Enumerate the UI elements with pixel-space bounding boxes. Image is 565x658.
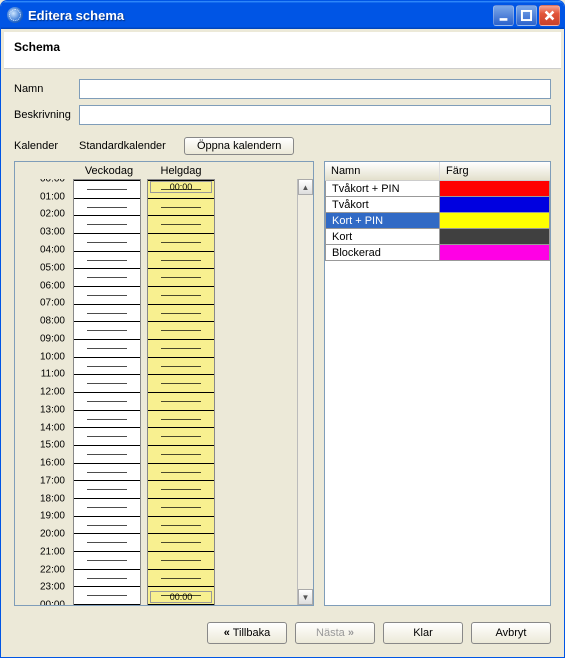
kalender-label: Kalender xyxy=(14,140,79,152)
legend-item-color xyxy=(440,245,550,261)
legend-row[interactable]: Kort xyxy=(325,229,550,245)
time-label: 04:00 xyxy=(15,244,73,255)
time-label: 14:00 xyxy=(15,422,73,433)
legend-item-name: Blockerad xyxy=(325,245,440,261)
minimize-button[interactable] xyxy=(493,5,514,26)
schedule-header-time xyxy=(15,165,73,177)
time-label: 19:00 xyxy=(15,511,73,522)
legend-item-color xyxy=(440,181,550,197)
time-label: 15:00 xyxy=(15,440,73,451)
time-label: 11:00 xyxy=(15,369,73,380)
holiday-end-label: 00:00 xyxy=(150,591,212,603)
time-label: 16:00 xyxy=(15,457,73,468)
kalender-value: Standardkalender xyxy=(79,140,184,152)
scroll-up-icon[interactable]: ▲ xyxy=(298,179,313,195)
time-label: 02:00 xyxy=(15,209,73,220)
schedule-header-weekday: Veckodag xyxy=(73,165,145,177)
scroll-down-icon[interactable]: ▼ xyxy=(298,589,313,605)
time-label: 23:00 xyxy=(15,582,73,593)
legend-item-name: Kort xyxy=(325,229,440,245)
time-label: 01:00 xyxy=(15,191,73,202)
namn-input[interactable] xyxy=(79,79,551,99)
app-icon xyxy=(7,7,23,23)
time-label: 09:00 xyxy=(15,333,73,344)
time-label: 22:00 xyxy=(15,564,73,575)
legend-row[interactable]: Tvåkort + PIN xyxy=(325,181,550,197)
legend-row[interactable]: Kort + PIN xyxy=(325,213,550,229)
holiday-column[interactable]: 00:00 00:00 xyxy=(147,179,215,605)
legend-row[interactable]: Blockerad xyxy=(325,245,550,261)
time-label: 17:00 xyxy=(15,475,73,486)
time-label: 21:00 xyxy=(15,546,73,557)
time-label: 18:00 xyxy=(15,493,73,504)
legend-item-name: Kort + PIN xyxy=(325,213,440,229)
legend-row[interactable]: Tvåkort xyxy=(325,197,550,213)
time-label: 05:00 xyxy=(15,262,73,273)
time-label: 20:00 xyxy=(15,529,73,540)
legend-item-name: Tvåkort + PIN xyxy=(325,181,440,197)
titlebar[interactable]: Editera schema xyxy=(1,1,564,29)
beskrivning-input[interactable] xyxy=(79,105,551,125)
time-label: 10:00 xyxy=(15,351,73,362)
time-label: 03:00 xyxy=(15,227,73,238)
cancel-button[interactable]: Avbryt xyxy=(471,622,551,644)
close-button[interactable] xyxy=(539,5,560,26)
time-label: 07:00 xyxy=(15,298,73,309)
time-label: 08:00 xyxy=(15,315,73,326)
next-button[interactable]: Nästa » xyxy=(295,622,375,644)
time-label: 00:00 xyxy=(15,179,73,185)
time-label: 06:00 xyxy=(15,280,73,291)
legend-item-color xyxy=(440,213,550,229)
legend-item-color xyxy=(440,229,550,245)
ok-button[interactable]: Klar xyxy=(383,622,463,644)
page-title: Schema xyxy=(4,32,561,69)
legend-item-color xyxy=(440,197,550,213)
weekday-column[interactable] xyxy=(73,179,141,605)
legend-panel: Namn Färg Tvåkort + PINTvåkortKort + PIN… xyxy=(324,161,551,606)
schedule-header-holiday: Helgdag xyxy=(145,165,217,177)
holiday-start-label: 00:00 xyxy=(150,181,212,193)
time-label: 00:00 xyxy=(15,600,73,606)
back-button[interactable]: « Tillbaka xyxy=(207,622,287,644)
namn-label: Namn xyxy=(14,83,79,95)
legend-header-color[interactable]: Färg xyxy=(440,162,550,180)
schedule-scrollbar[interactable]: ▲ ▼ xyxy=(297,179,313,605)
time-label: 13:00 xyxy=(15,404,73,415)
legend-header-name[interactable]: Namn xyxy=(325,162,440,180)
legend-item-name: Tvåkort xyxy=(325,197,440,213)
chevron-right-icon: » xyxy=(348,627,354,639)
window-title: Editera schema xyxy=(28,8,493,23)
schedule-panel: Veckodag Helgdag 00:00 01:00 02:00 03:00 04:… xyxy=(14,161,314,606)
open-calendar-button[interactable]: Öppna kalendern xyxy=(184,137,294,155)
chevron-left-icon: « xyxy=(224,627,230,639)
time-label: 12:00 xyxy=(15,387,73,398)
maximize-button[interactable] xyxy=(516,5,537,26)
window: Editera schema Schema Namn Beskrivning xyxy=(0,0,565,658)
footer: « Tillbaka Nästa » Klar Avbryt xyxy=(4,612,561,654)
beskrivning-label: Beskrivning xyxy=(14,109,79,121)
